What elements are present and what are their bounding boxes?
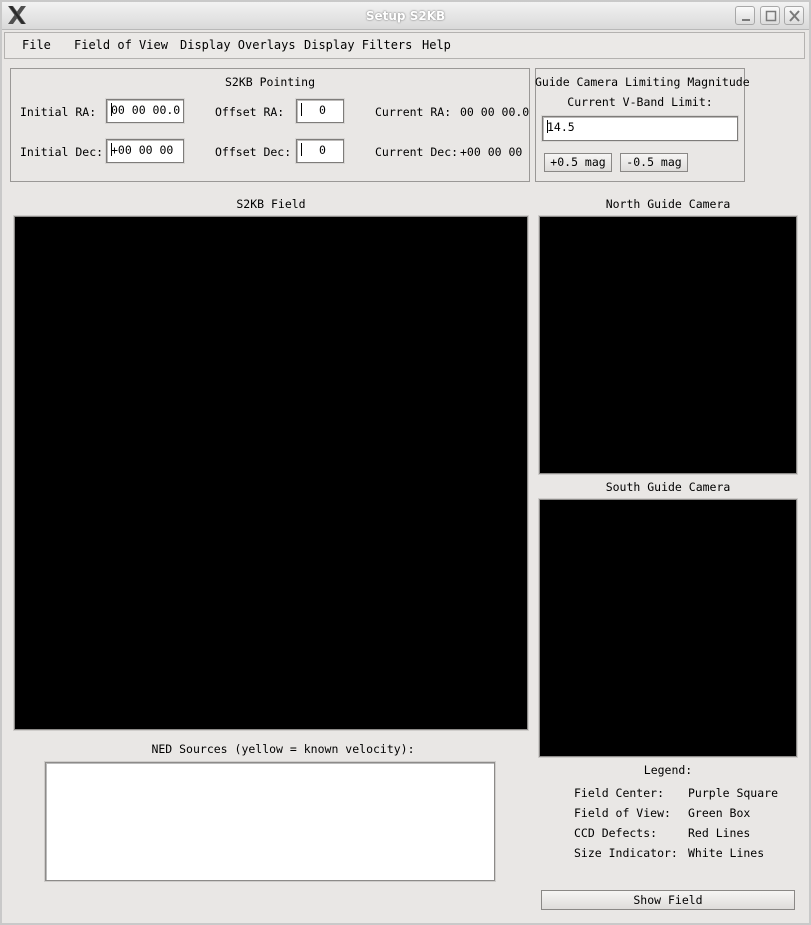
v-band-limit-value: 14.5: [547, 120, 575, 134]
initial-ra-input[interactable]: 00 00 00.0: [105, 98, 185, 124]
v-band-limit-input[interactable]: 14.5: [541, 115, 739, 142]
s2kb-field-canvas[interactable]: [13, 215, 529, 731]
offset-ra-label: Offset RA:: [215, 105, 285, 119]
show-field-button[interactable]: Show Field: [541, 890, 795, 910]
legend-key: Field of View:: [574, 806, 671, 820]
legend-value: Green Box: [688, 806, 751, 820]
maximize-button[interactable]: [760, 6, 780, 25]
menu-help[interactable]: Help: [422, 32, 451, 59]
current-ra-label: Current RA:: [375, 105, 452, 119]
legend-value: Purple Square: [688, 786, 779, 800]
ned-sources-label: NED Sources (yellow = known velocity):: [151, 742, 415, 756]
menu-display-filters[interactable]: Display Filters: [304, 32, 412, 59]
north-guide-canvas[interactable]: [538, 215, 798, 475]
current-dec-label: Current Dec:: [375, 145, 459, 159]
pointing-title: S2KB Pointing: [224, 75, 315, 89]
v-band-limit-label: Current V-Band Limit:: [567, 95, 713, 109]
initial-dec-value: +00 00 00: [111, 143, 174, 157]
offset-ra-value: 0: [319, 103, 326, 117]
minimize-icon: [742, 19, 750, 21]
window-title: Setup S2KB: [365, 9, 446, 23]
south-guide-label: South Guide Camera: [605, 480, 731, 494]
north-guide-label: North Guide Camera: [605, 197, 731, 211]
offset-ra-input[interactable]: 0: [295, 98, 345, 124]
legend-value: Red Lines: [688, 826, 751, 840]
initial-dec-input[interactable]: +00 00 00: [105, 138, 185, 164]
legend-title: Legend:: [643, 763, 693, 777]
s2kb-field-label: S2KB Field: [236, 197, 306, 211]
plus-half-mag-button[interactable]: +0.5 mag: [544, 153, 612, 172]
legend-key: Size Indicator:: [574, 846, 678, 860]
offset-dec-value: 0: [319, 143, 326, 157]
minimize-button[interactable]: [735, 6, 755, 25]
menu-field-of-view[interactable]: Field of View: [74, 32, 168, 59]
maximize-icon: [765, 10, 777, 22]
current-dec-value: +00 00 00: [460, 145, 523, 159]
legend-value: White Lines: [688, 846, 765, 860]
menu-file[interactable]: File: [22, 32, 51, 59]
south-guide-canvas[interactable]: [538, 498, 798, 758]
minus-half-mag-button[interactable]: -0.5 mag: [620, 153, 688, 172]
ned-sources-list[interactable]: [44, 761, 496, 882]
initial-dec-label: Initial Dec:: [20, 145, 104, 159]
initial-ra-label: Initial RA:: [20, 105, 97, 119]
offset-dec-label: Offset Dec:: [215, 145, 292, 159]
legend-key: Field Center:: [574, 786, 665, 800]
initial-ra-value: 00 00 00.0: [111, 103, 181, 117]
guide-limit-title: Guide Camera Limiting Magnitude: [535, 75, 750, 89]
menu-display-overlays[interactable]: Display Overlays: [180, 32, 296, 59]
legend-key: CCD Defects:: [574, 826, 658, 840]
text-cursor: [301, 143, 302, 156]
close-icon: [789, 10, 800, 22]
offset-dec-input[interactable]: 0: [295, 138, 345, 164]
close-button[interactable]: [784, 6, 804, 25]
current-ra-value: 00 00 00.0: [460, 105, 530, 119]
text-cursor: [301, 103, 302, 116]
